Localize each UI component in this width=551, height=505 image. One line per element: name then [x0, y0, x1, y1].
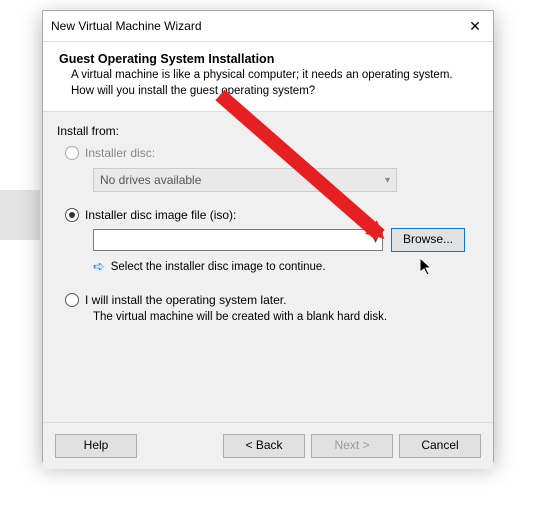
radio-label: Installer disc image file (iso):: [85, 208, 236, 222]
radio-icon: [65, 293, 79, 307]
radio-label: I will install the operating system late…: [85, 293, 286, 307]
help-button[interactable]: Help: [55, 434, 137, 458]
chevron-down-icon: ▾: [385, 175, 390, 186]
next-button: Next >: [311, 434, 393, 458]
iso-row: ▾ Browse...: [93, 228, 479, 252]
iso-path-combo[interactable]: ▾: [93, 229, 383, 251]
option-later: I will install the operating system late…: [65, 293, 479, 323]
option-iso: Installer disc image file (iso): ▾ Brows…: [65, 208, 479, 275]
wizard-header: Guest Operating System Installation A vi…: [43, 42, 493, 112]
browse-button[interactable]: Browse...: [391, 228, 465, 252]
background-strip: [0, 190, 40, 240]
titlebar: New Virtual Machine Wizard ✕: [43, 11, 493, 42]
drives-combo-text: No drives available: [100, 173, 201, 187]
radio-installer-disc: Installer disc:: [65, 146, 479, 160]
radio-icon: [65, 208, 79, 222]
wizard-dialog: New Virtual Machine Wizard ✕ Guest Opera…: [42, 10, 494, 462]
header-description: A virtual machine is like a physical com…: [59, 68, 477, 99]
install-from-label: Install from:: [57, 124, 479, 138]
window-title: New Virtual Machine Wizard: [51, 19, 465, 33]
close-icon[interactable]: ✕: [465, 18, 485, 35]
header-title: Guest Operating System Installation: [59, 52, 477, 66]
chevron-down-icon: ▾: [373, 235, 378, 246]
iso-hint: ➪ Select the installer disc image to con…: [93, 258, 479, 275]
hint-text: Select the installer disc image to conti…: [111, 261, 326, 273]
back-button[interactable]: < Back: [223, 434, 305, 458]
radio-label: Installer disc:: [85, 146, 155, 160]
radio-later[interactable]: I will install the operating system late…: [65, 293, 479, 307]
wizard-body: Install from: Installer disc: No drives …: [43, 112, 493, 422]
drives-combo: No drives available ▾: [93, 168, 397, 192]
wizard-footer: Help < Back Next > Cancel: [43, 422, 493, 469]
cancel-button[interactable]: Cancel: [399, 434, 481, 458]
later-description: The virtual machine will be created with…: [93, 311, 479, 323]
arrow-right-icon: ➪: [93, 258, 105, 275]
radio-iso[interactable]: Installer disc image file (iso):: [65, 208, 479, 222]
radio-icon: [65, 146, 79, 160]
option-installer-disc: Installer disc: No drives available ▾: [65, 146, 479, 192]
